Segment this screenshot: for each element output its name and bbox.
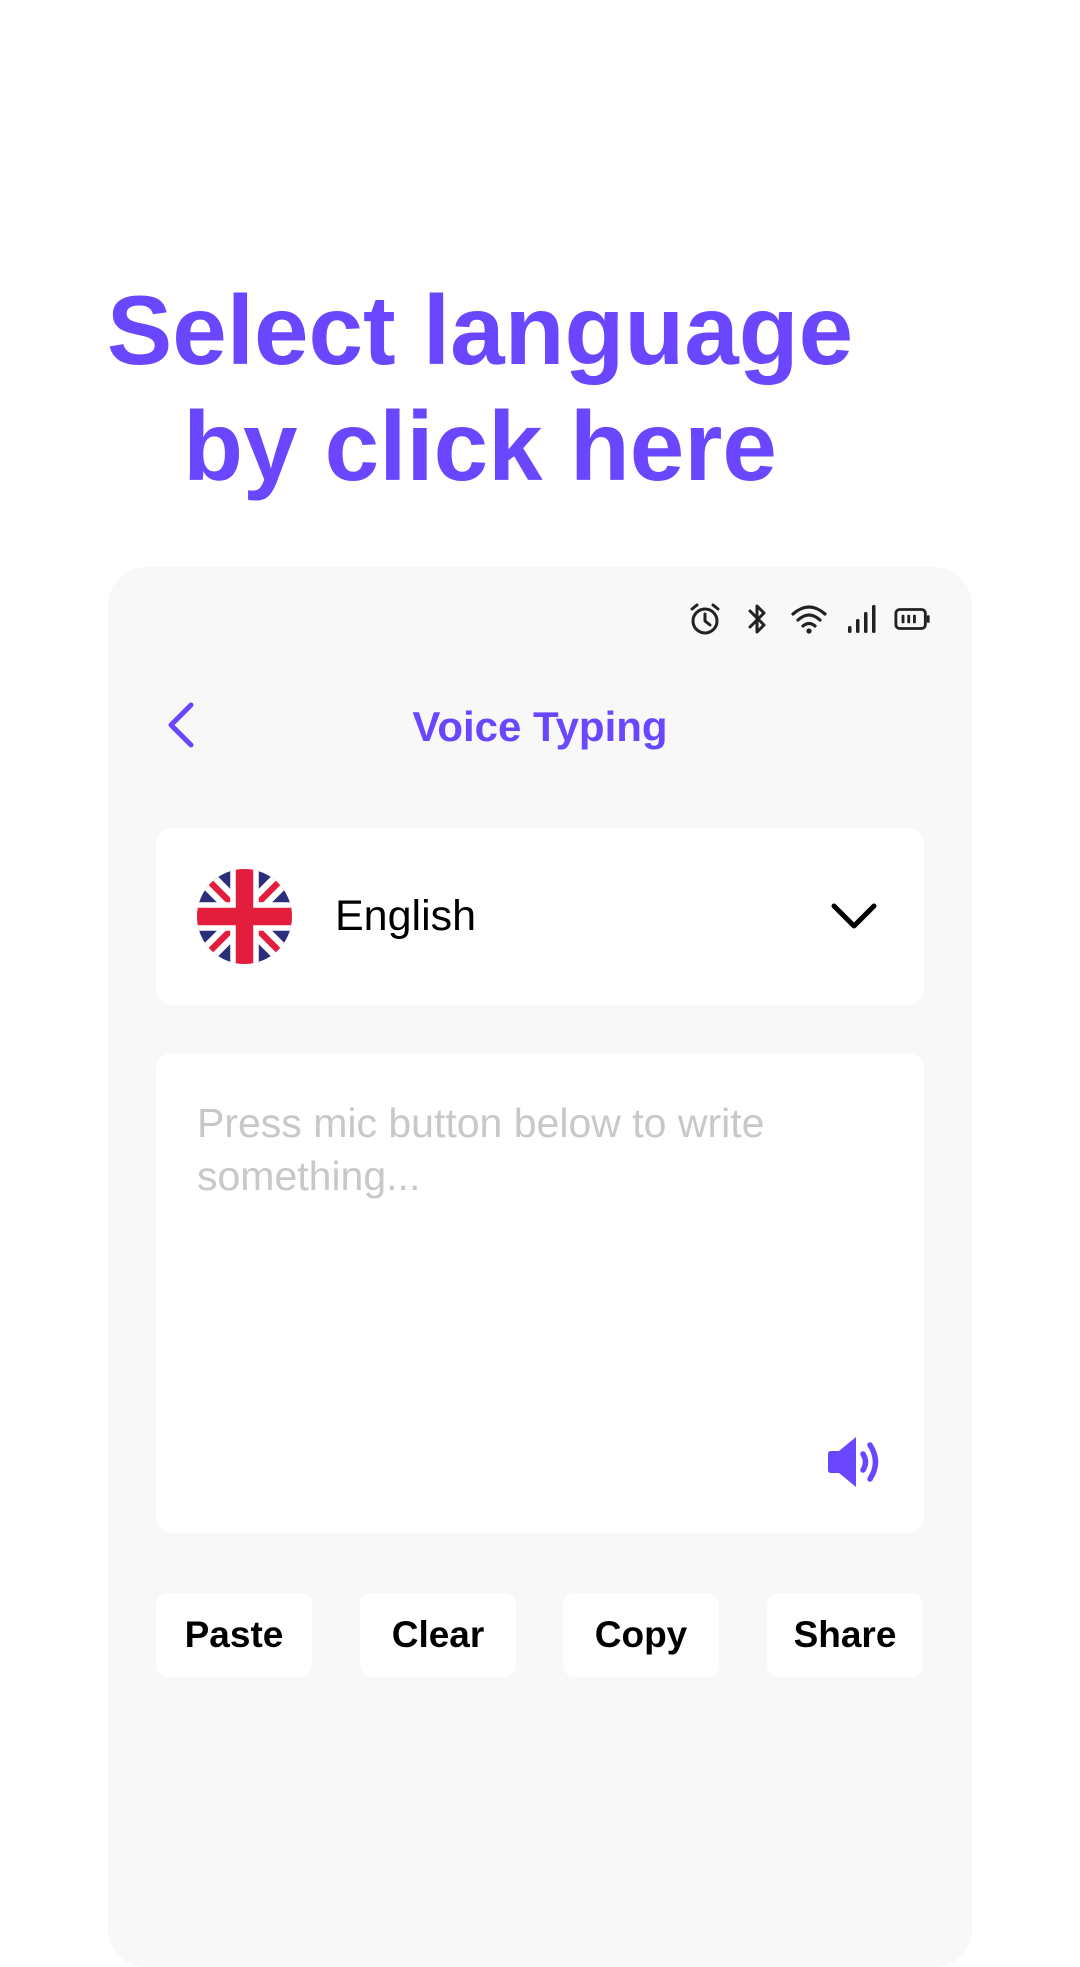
language-selector[interactable]: English xyxy=(156,828,924,1005)
speaker-icon xyxy=(824,1434,886,1495)
selected-language: English xyxy=(335,892,477,940)
alarm-icon xyxy=(686,600,724,638)
battery-icon xyxy=(894,600,932,638)
app-title: Voice Typing xyxy=(412,703,668,750)
status-bar xyxy=(686,597,932,641)
speaker-button[interactable] xyxy=(820,1429,890,1499)
promo-heading: Select language by click here xyxy=(0,272,960,504)
paste-button[interactable]: Paste xyxy=(156,1593,312,1677)
copy-button[interactable]: Copy xyxy=(563,1593,719,1677)
share-button[interactable]: Share xyxy=(767,1593,923,1677)
transcription-text-area[interactable]: Press mic button below to write somethin… xyxy=(156,1053,924,1533)
signal-icon xyxy=(842,600,880,638)
uk-flag-icon xyxy=(197,869,292,964)
wifi-icon xyxy=(790,600,828,638)
promo-heading-line-1: Select language xyxy=(106,275,854,385)
chevron-down-icon[interactable] xyxy=(828,890,880,942)
promo-heading-line-2: by click here xyxy=(183,391,777,501)
chevron-left-icon xyxy=(165,700,199,755)
text-area-placeholder: Press mic button below to write somethin… xyxy=(197,1100,765,1199)
action-button-row: Paste Clear Copy Share xyxy=(156,1593,924,1677)
back-button[interactable] xyxy=(154,699,210,755)
app-header: Voice Typing xyxy=(108,687,972,767)
bluetooth-icon xyxy=(738,600,776,638)
clear-button[interactable]: Clear xyxy=(360,1593,516,1677)
phone-screen: Voice Typing English Press mic button be… xyxy=(108,567,972,1967)
